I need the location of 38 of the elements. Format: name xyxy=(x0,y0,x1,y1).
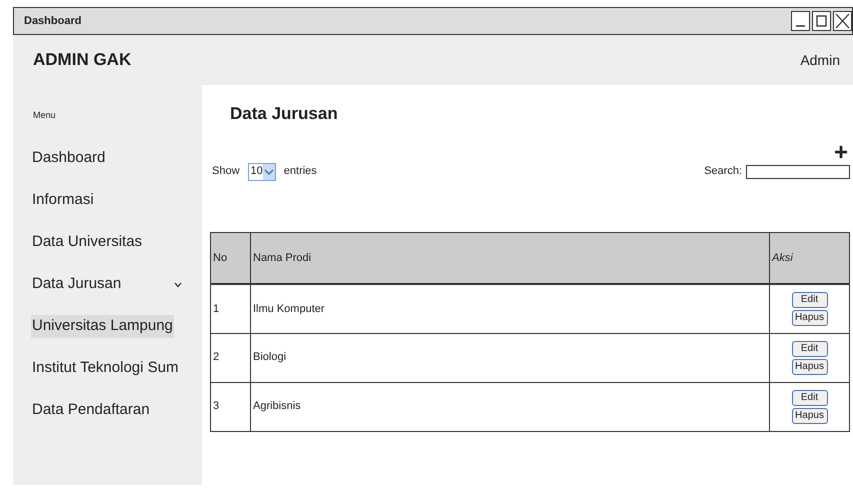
minimize-icon[interactable] xyxy=(791,11,810,31)
edit-button[interactable]: Edit xyxy=(792,390,828,406)
sidebar-item[interactable]: Data Universitas xyxy=(13,222,202,264)
add-button[interactable]: + xyxy=(832,142,850,162)
delete-button[interactable]: Hapus xyxy=(792,310,828,326)
column-header: Aksi xyxy=(770,232,850,284)
window-title: Dashboard xyxy=(24,14,82,29)
show-label: Show xyxy=(212,164,240,180)
user-name: Admin xyxy=(800,50,840,70)
delete-button[interactable]: Hapus xyxy=(792,408,828,424)
table-cell: 1 xyxy=(210,284,250,333)
search-field[interactable] xyxy=(746,164,850,178)
table-cell: Biologi xyxy=(250,333,770,382)
sidebar-item[interactable]: Universitas Lampung xyxy=(13,306,202,348)
sidebar-item[interactable]: Informasi xyxy=(13,180,202,222)
entries-label: entries xyxy=(284,164,317,180)
column-header: No xyxy=(210,232,250,284)
search-label: Search: xyxy=(704,164,742,180)
table-cell: Agribisnis xyxy=(250,382,770,431)
table-cell: Ilmu Komputer xyxy=(250,284,770,333)
sidebar-item[interactable]: Data Pendaftaran xyxy=(13,390,202,432)
table-cell: 2 xyxy=(210,333,250,382)
edit-button[interactable]: Edit xyxy=(792,292,828,308)
edit-button[interactable]: Edit xyxy=(792,340,828,356)
column-header: Nama Prodi xyxy=(250,232,770,284)
maximize-icon[interactable] xyxy=(812,11,831,31)
page-title: Data Jurusan xyxy=(229,103,339,125)
sidebar-item[interactable]: Data Jurusan xyxy=(13,264,202,306)
sidebar-item[interactable]: Dashboard xyxy=(13,138,202,180)
table-cell: 3 xyxy=(210,382,250,431)
chevron-down-icon xyxy=(174,282,182,288)
entries-select[interactable]: 10 xyxy=(248,162,276,180)
delete-button[interactable]: Hapus xyxy=(792,358,828,374)
chevron-down-icon xyxy=(262,164,275,180)
brand-title: ADMIN GAK xyxy=(33,49,132,72)
menu-heading: Menu xyxy=(32,109,57,122)
sidebar-item[interactable]: Institut Teknologi Sum xyxy=(13,348,202,390)
close-icon[interactable] xyxy=(833,11,852,31)
